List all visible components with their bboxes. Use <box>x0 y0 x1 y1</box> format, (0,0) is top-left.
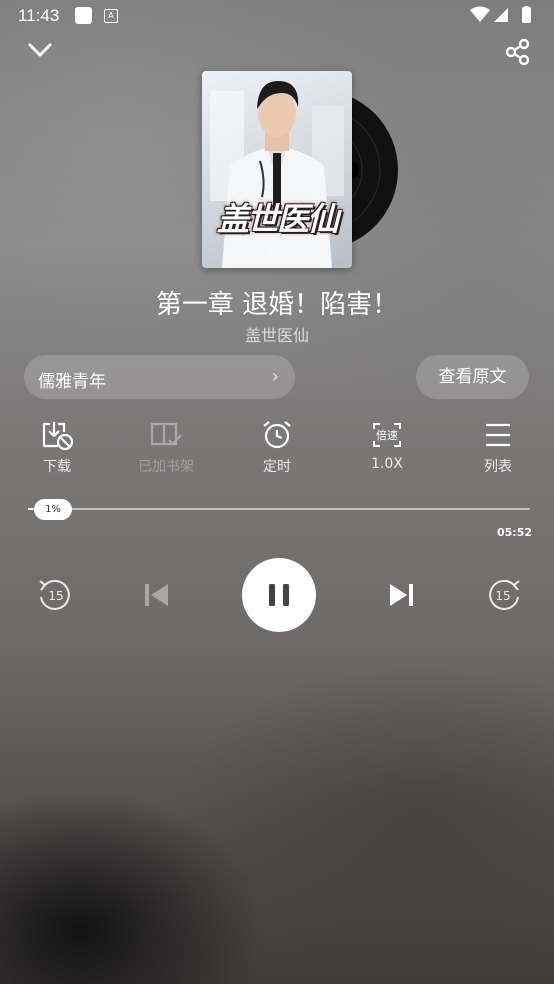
duration-label: 05:52 <box>496 526 532 539</box>
bookshelf-button[interactable]: 已加书架 <box>121 420 211 476</box>
book-cover[interactable]: 盖世医仙 八月初八 著 <box>202 71 352 268</box>
cover-author: 八月初八 著 <box>258 249 296 257</box>
timer-button[interactable]: 定时 <box>232 420 322 476</box>
speed-icon: 倍速 <box>373 423 401 447</box>
status-icons <box>470 6 531 23</box>
narrator-label: 儒雅青年 <box>38 372 106 392</box>
alarm-icon <box>263 421 291 449</box>
progress-fill <box>28 508 34 510</box>
download-icon <box>42 422 74 450</box>
list-label: 列表 <box>484 459 512 475</box>
chevron-right-icon: › <box>271 366 279 387</box>
collapse-chevron-down-icon[interactable] <box>24 36 56 64</box>
book-name[interactable]: 盖世医仙 <box>0 322 554 346</box>
pause-icon <box>269 584 289 606</box>
previous-chapter-icon[interactable] <box>134 573 178 617</box>
rewind-seconds: 15 <box>48 589 63 603</box>
notification-badge-icon: A <box>104 9 118 23</box>
list-icon <box>486 423 510 447</box>
signal-icon <box>494 8 508 22</box>
forward-15-icon[interactable]: 15 <box>482 573 526 617</box>
playlist-button[interactable]: 列表 <box>453 420 543 476</box>
speed-button[interactable]: 倍速 1.0X <box>342 420 432 472</box>
notification-icon <box>75 7 92 24</box>
speed-icon-text: 倍速 <box>376 428 398 442</box>
download-button[interactable]: 下载 <box>12 420 102 476</box>
narrator-selector[interactable]: 儒雅青年 › <box>24 355 295 399</box>
share-icon[interactable] <box>504 38 532 66</box>
cover-title: 盖世医仙 <box>216 200 339 238</box>
status-time: 11:43 <box>18 6 60 25</box>
rewind-15-icon[interactable]: 15 <box>33 573 77 617</box>
pause-button[interactable] <box>242 558 316 632</box>
progress-track[interactable] <box>28 508 530 510</box>
progress-thumb[interactable]: 1% <box>34 499 72 520</box>
download-label: 下载 <box>43 459 71 475</box>
battery-icon <box>522 6 531 23</box>
speed-label: 1.0X <box>371 456 403 472</box>
wifi-icon <box>470 6 490 22</box>
bookshelf-icon <box>150 422 182 446</box>
forward-seconds: 15 <box>495 589 510 603</box>
chapter-title: 第一章 退婚！陷害！ <box>155 290 399 320</box>
next-chapter-icon[interactable] <box>380 573 424 617</box>
timer-label: 定时 <box>263 459 291 475</box>
view-original-button[interactable]: 查看原文 <box>416 355 529 399</box>
bookshelf-label: 已加书架 <box>138 459 194 475</box>
